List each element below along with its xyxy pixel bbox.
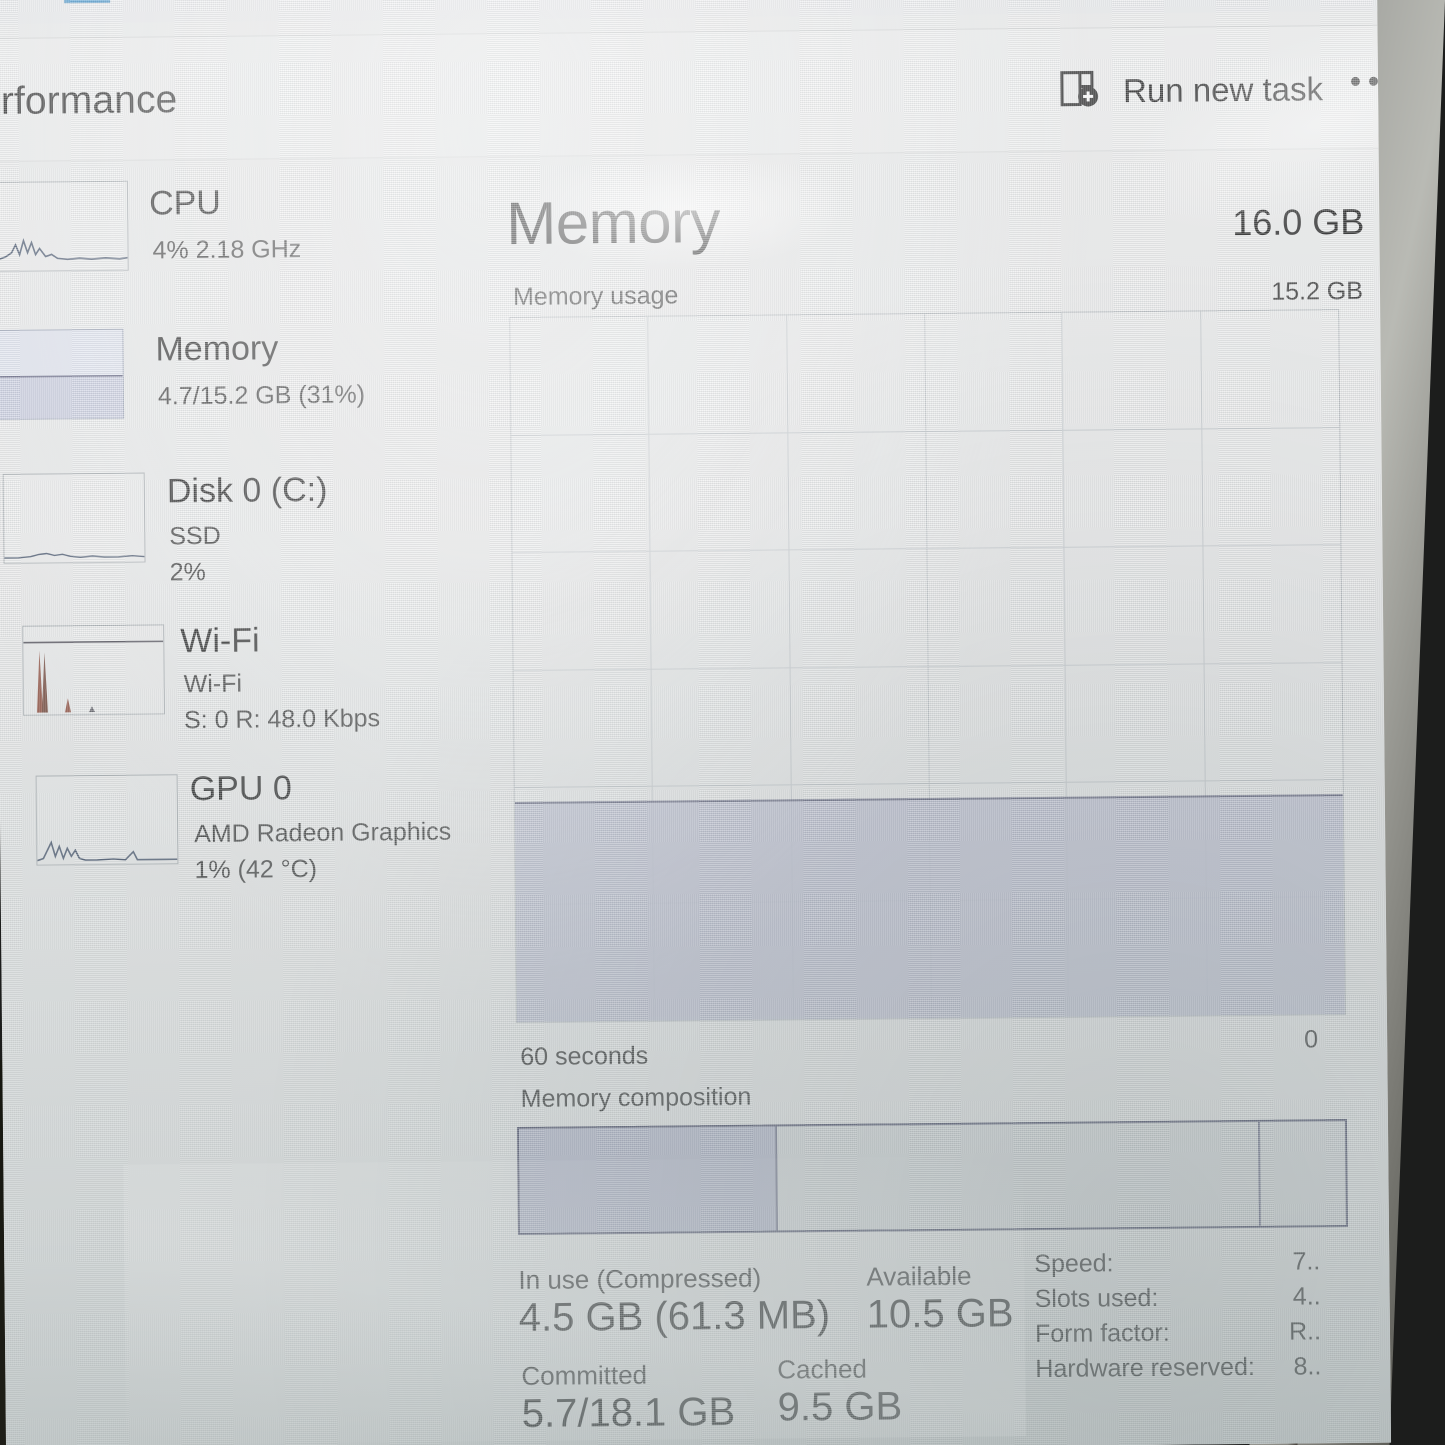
command-bar-bottom-divider	[0, 147, 1379, 162]
performance-sidebar: CPU 4% 2.18 GHz Memory 4.7/15.2 GB (31%)	[0, 171, 471, 965]
stat-value: 10.5 GB	[866, 1291, 1014, 1337]
spec-value: 4..	[1292, 1282, 1321, 1311]
task-manager-icon	[63, 0, 111, 4]
graph-axis-right-label: 0	[1304, 1025, 1319, 1054]
new-task-icon	[1059, 67, 1105, 116]
page-title: erformance	[0, 78, 178, 124]
hamburger-icon[interactable]	[0, 0, 22, 2]
memory-thumbnail-graph	[0, 328, 125, 421]
stat-value: 5.7/18.1 GB	[521, 1389, 736, 1436]
stat-label: Available	[866, 1260, 972, 1292]
memory-composition-label: Memory composition	[520, 1082, 752, 1113]
composition-in-use-segment	[518, 1126, 777, 1233]
sidebar-item-detail: 4% 2.18 GHz	[152, 235, 302, 265]
run-new-task-label: Run new task	[1122, 70, 1324, 110]
spec-value: 8..	[1293, 1352, 1322, 1381]
composition-divider-modified	[775, 1126, 779, 1231]
sidebar-item-detail: 4.7/15.2 GB (31%)	[157, 380, 366, 411]
spec-key: Form factor:	[1034, 1318, 1170, 1349]
memory-detail-panel: Memory 16.0 GB Memory usage 15.2 GB 60 s…	[484, 169, 1365, 1436]
stat-label: Committed	[521, 1359, 648, 1391]
sidebar-item-label: Wi-Fi	[180, 621, 260, 661]
sidebar-item-label: Disk 0 (C:)	[166, 470, 328, 511]
sidebar-item-gpu0[interactable]: GPU 0 AMD Radeon Graphics 1% (42 °C)	[0, 765, 471, 920]
sidebar-item-detail: 1% (42 °C)	[194, 854, 318, 885]
spec-row: Form factor: R..	[1035, 1317, 1365, 1355]
memory-composition-bar[interactable]	[516, 1119, 1348, 1236]
memory-usage-max: 15.2 GB	[1271, 276, 1364, 306]
sidebar-item-throughput: S: 0 R: 48.0 Kbps	[183, 704, 381, 735]
sidebar-item-memory[interactable]: Memory 4.7/15.2 GB (31%)	[0, 319, 467, 474]
wifi-thumbnail-graph	[22, 624, 165, 716]
sidebar-item-disk0[interactable]: Disk 0 (C:) SSD 2%	[0, 463, 468, 618]
memory-usage-graph	[509, 309, 1346, 1024]
sidebar-item-cpu[interactable]: CPU 4% 2.18 GHz	[0, 171, 465, 326]
sidebar-item-model: AMD Radeon Graphics	[194, 817, 452, 849]
run-new-task-button[interactable]: Run new task	[1059, 65, 1323, 116]
command-bar-top-divider	[0, 24, 1378, 39]
gpu-thumbnail-graph	[35, 774, 179, 866]
command-bar: erformance Run new task	[0, 24, 1392, 162]
sidebar-item-label: GPU 0	[189, 769, 292, 809]
memory-usage-area	[514, 793, 1345, 1023]
stat-label: In use (Compressed)	[518, 1262, 762, 1296]
spec-value: 7..	[1292, 1247, 1321, 1276]
cpu-thumbnail-graph	[0, 180, 129, 273]
memory-specs: Speed: 7.. Slots used: 4.. Form factor: …	[1034, 1247, 1365, 1390]
stat-value: 9.5 GB	[777, 1384, 903, 1430]
sidebar-item-type: SSD	[169, 521, 221, 551]
graph-axis-left-label: 60 seconds	[520, 1041, 649, 1071]
sidebar-item-detail: 2%	[169, 557, 206, 587]
disk-thumbnail-graph	[2, 472, 146, 564]
task-manager-window: Task Manager erformance Run new task	[0, 0, 1392, 1445]
sidebar-item-label: CPU	[148, 183, 222, 223]
memory-usage-label: Memory usage	[512, 281, 679, 312]
stat-value: 4.5 GB (61.3 MB)	[518, 1293, 831, 1341]
title-bar: Task Manager	[0, 0, 1378, 24]
memory-heading: Memory	[505, 188, 721, 258]
spec-row: Slots used: 4..	[1035, 1282, 1365, 1320]
spec-key: Hardware reserved:	[1035, 1352, 1255, 1384]
spec-key: Slots used:	[1034, 1283, 1159, 1314]
memory-total-capacity: 16.0 GB	[1232, 200, 1365, 244]
spec-key: Speed:	[1034, 1249, 1114, 1279]
spec-row: Speed: 7..	[1034, 1247, 1364, 1285]
memory-stats: In use (Compressed) 4.5 GB (61.3 MB) Ava…	[518, 1260, 1078, 1436]
photo-of-screen: Task Manager erformance Run new task	[0, 0, 1445, 1445]
spec-row: Hardware reserved: 8..	[1035, 1352, 1365, 1390]
spec-value: R..	[1288, 1317, 1322, 1346]
stat-label: Cached	[777, 1353, 868, 1385]
sidebar-item-wifi[interactable]: Wi-Fi Wi-Fi S: 0 R: 48.0 Kbps	[0, 615, 470, 770]
sidebar-item-label: Memory	[155, 329, 279, 369]
composition-divider-free	[1258, 1121, 1262, 1226]
sidebar-item-adapter: Wi-Fi	[183, 669, 243, 699]
